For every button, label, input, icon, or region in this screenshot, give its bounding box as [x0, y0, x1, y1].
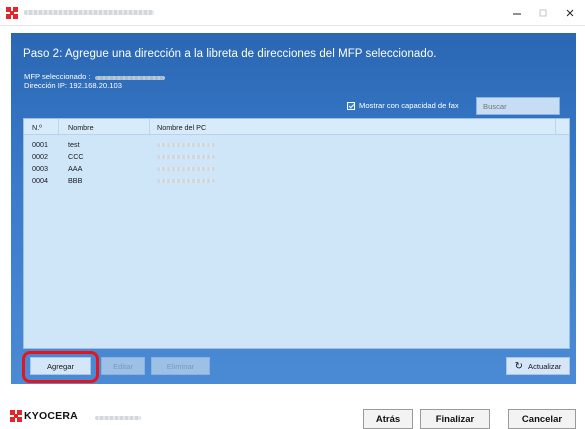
add-button[interactable]: Agregar: [30, 357, 91, 375]
row-name: AAA: [68, 164, 83, 173]
version-redacted: [95, 416, 141, 420]
search-input[interactable]: [476, 97, 560, 115]
row-name: test: [68, 140, 80, 149]
table-row[interactable]: 0003 AAA: [24, 162, 569, 174]
edit-button: Editar: [101, 357, 145, 375]
row-number: 0004: [32, 176, 48, 185]
pc-name-redacted: [157, 155, 215, 159]
finish-button[interactable]: Finalizar: [420, 409, 490, 429]
ip-address-text: Dirección IP: 192.168.20.103: [24, 81, 122, 90]
back-button[interactable]: Atrás: [363, 409, 413, 429]
mfp-selected-label: MFP seleccionado :: [24, 72, 91, 81]
row-name: CCC: [68, 152, 84, 161]
list-header: N.º Nombre Nombre del PC: [24, 119, 569, 135]
refresh-icon: ↻: [514, 360, 524, 372]
column-header-name[interactable]: Nombre: [68, 123, 94, 133]
table-row[interactable]: 0002 CCC: [24, 150, 569, 162]
close-icon: [566, 9, 574, 17]
brand-name: KYOCERA: [24, 410, 78, 422]
pc-name-redacted: [157, 167, 215, 171]
column-header-number[interactable]: N.º: [32, 123, 42, 133]
delete-button: Eliminar: [151, 357, 210, 375]
column-divider[interactable]: [58, 119, 59, 135]
column-divider[interactable]: [149, 119, 150, 135]
maximize-icon: [539, 9, 547, 17]
minimize-button[interactable]: [503, 4, 531, 22]
fax-capability-checkbox[interactable]: Mostrar con capacidad de fax: [347, 101, 459, 110]
table-row[interactable]: 0001 test: [24, 138, 569, 150]
row-number: 0003: [32, 164, 48, 173]
page-title: Paso 2: Agregue una dirección a la libre…: [23, 48, 437, 60]
kyocera-logo-icon: [6, 7, 18, 19]
window-title-redacted: [24, 10, 154, 15]
maximize-button: [529, 4, 557, 22]
row-number: 0002: [32, 152, 48, 161]
footer-bar: [0, 397, 585, 429]
refresh-button[interactable]: ↻ Actualizar: [506, 357, 570, 375]
row-name: BBB: [68, 176, 83, 185]
kyocera-logo-icon: [10, 410, 22, 422]
mfp-name-redacted: [95, 76, 165, 80]
title-bar: [0, 0, 585, 26]
cancel-button[interactable]: Cancelar: [508, 409, 576, 429]
refresh-label: Actualizar: [528, 361, 562, 371]
fax-checkbox-label: Mostrar con capacidad de fax: [359, 101, 459, 110]
row-number: 0001: [32, 140, 48, 149]
pc-name-redacted: [157, 179, 215, 183]
table-row[interactable]: 0004 BBB: [24, 174, 569, 186]
minimize-icon: [513, 13, 521, 15]
check-icon[interactable]: [347, 101, 355, 110]
brand-logo: KYOCERA: [10, 410, 78, 422]
address-list[interactable]: N.º Nombre Nombre del PC 0001 test 0002 …: [23, 118, 570, 349]
column-header-pc-name[interactable]: Nombre del PC: [157, 123, 206, 133]
close-window-button[interactable]: [556, 4, 584, 22]
pc-name-redacted: [157, 143, 215, 147]
column-divider[interactable]: [555, 119, 556, 135]
